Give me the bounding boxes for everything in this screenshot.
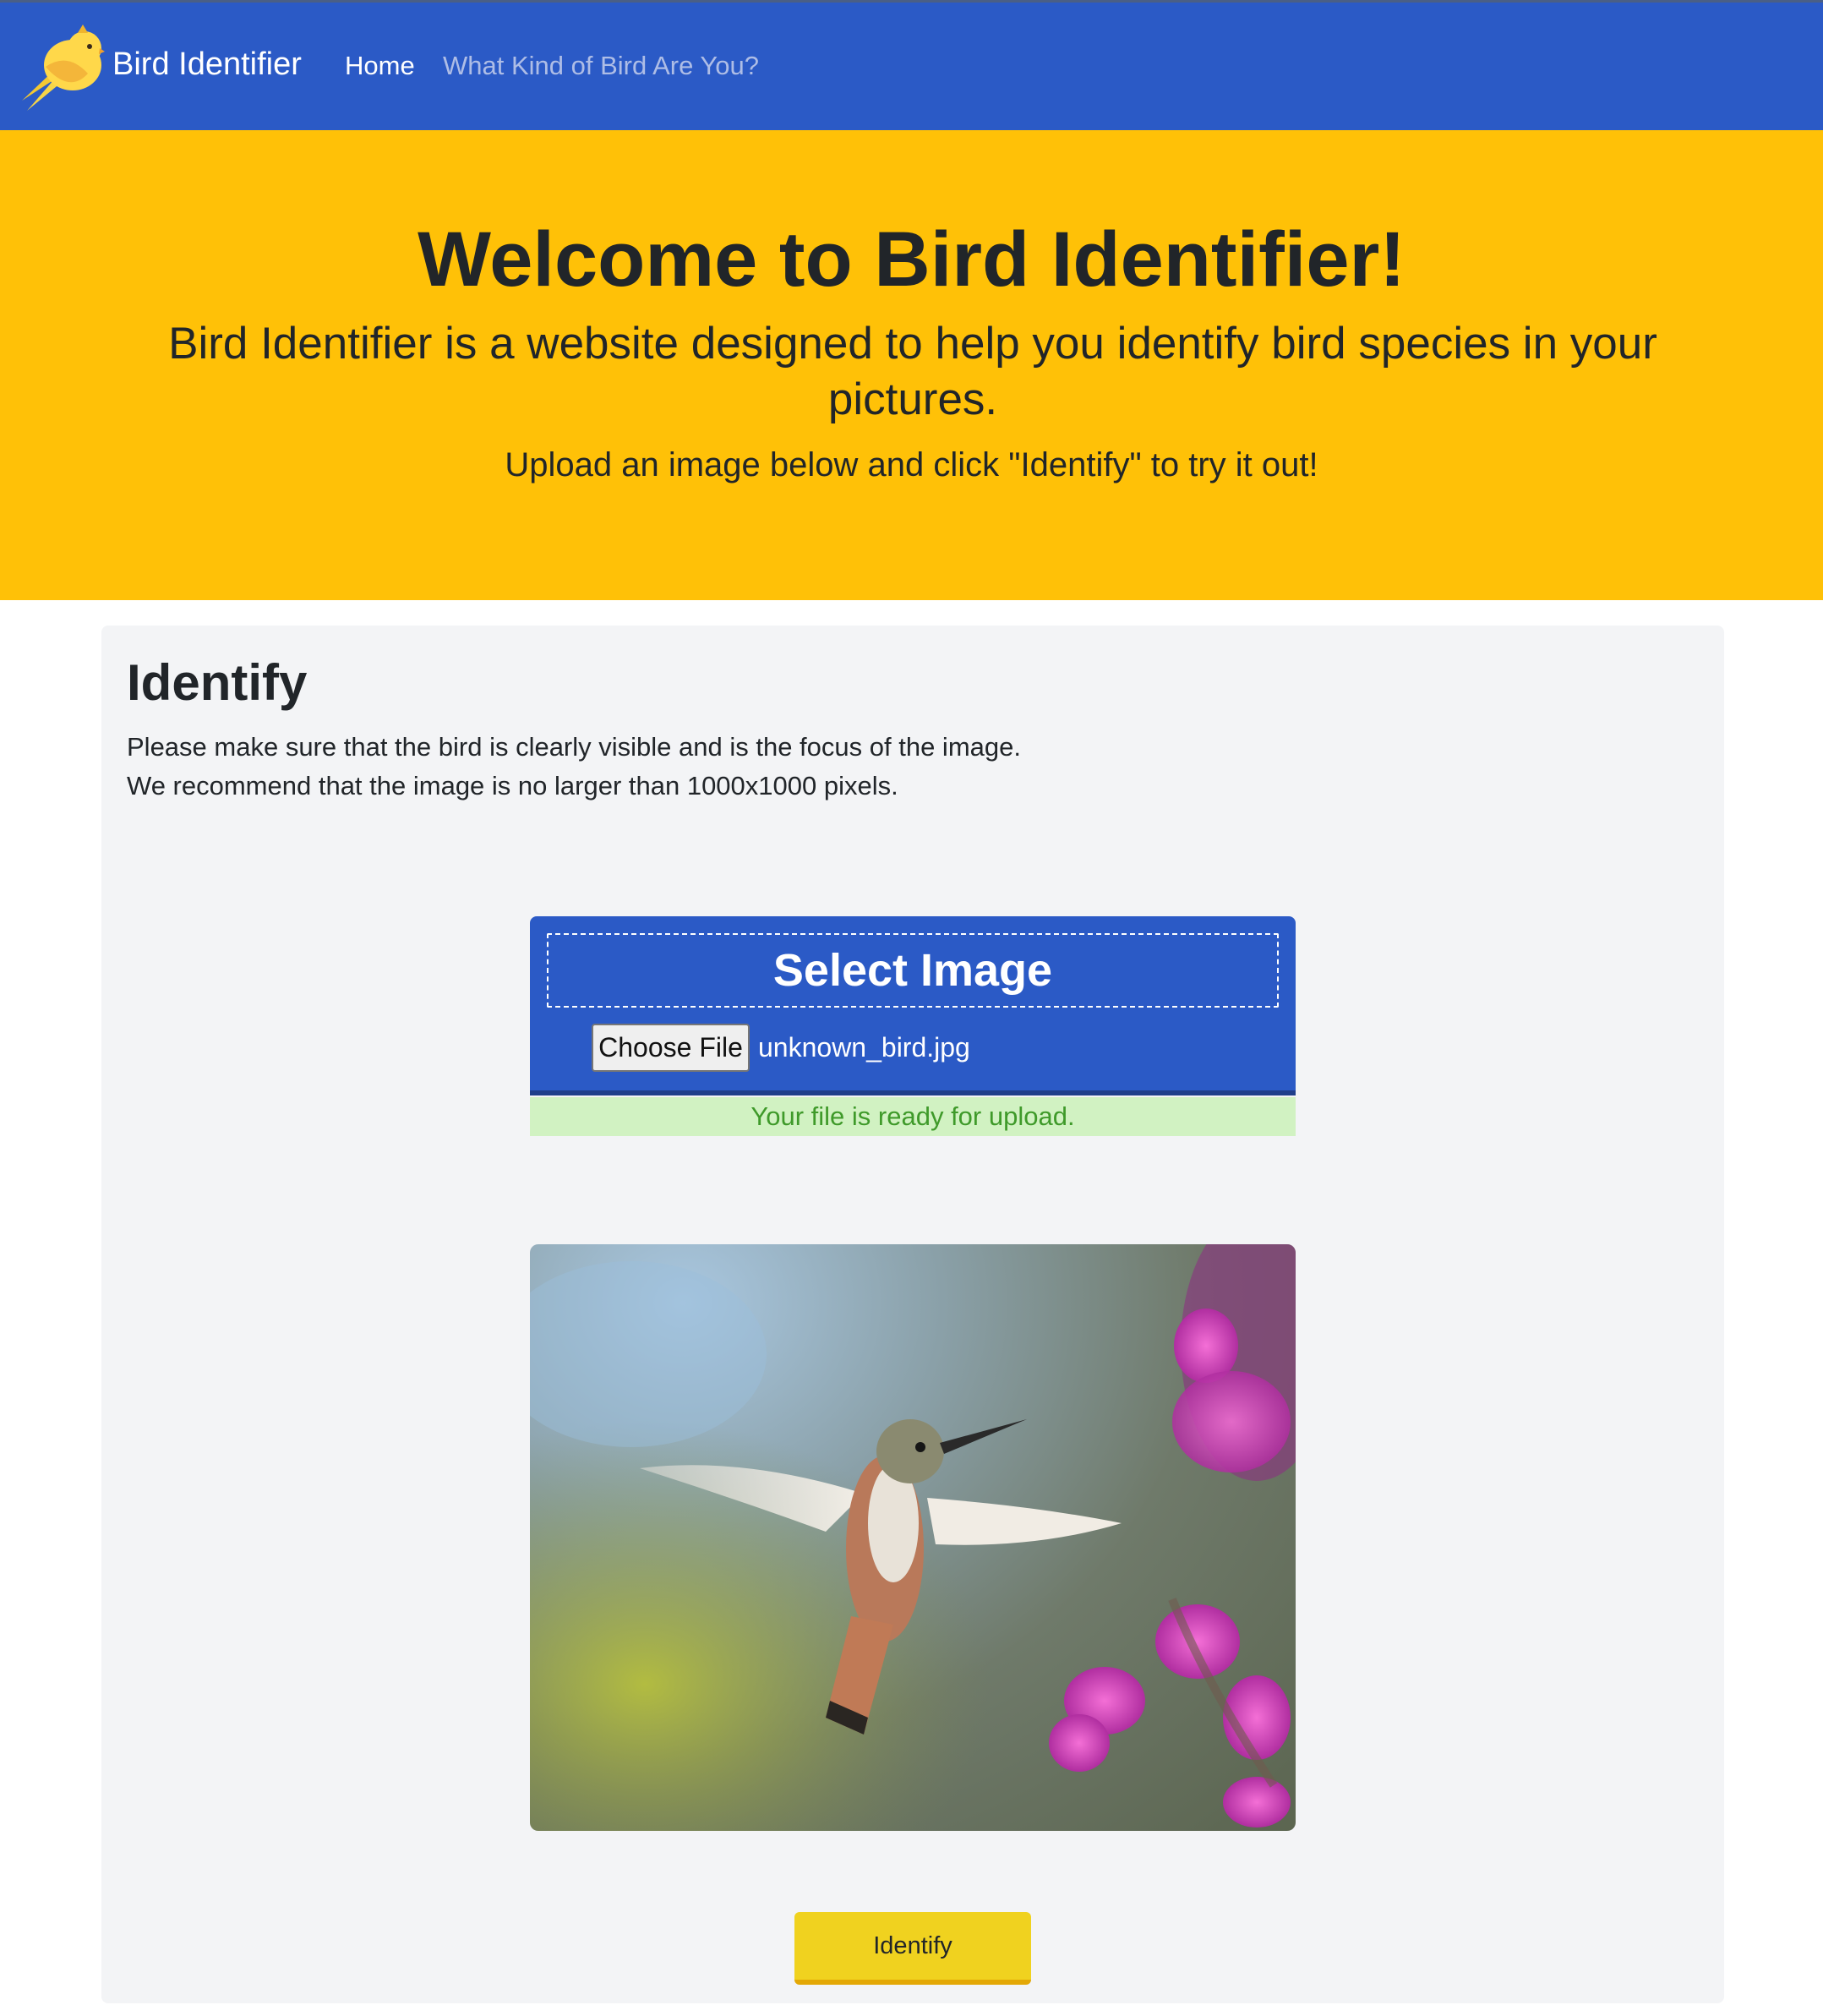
tip-size: We recommend that the image is no larger… [127,771,898,800]
hero-banner: Welcome to Bird Identifier! Bird Identif… [0,130,1823,600]
hero-subtitle: Bird Identifier is a website designed to… [168,319,1657,424]
tip-visibility: Please make sure that the bird is clearl… [127,732,1021,762]
upload-status-message: Your file is ready for upload. [530,1097,1296,1136]
select-image-label: Select Image [772,945,1053,996]
navbar: Bird Identifier Home What Kind of Bird A… [0,0,1823,130]
nav-link-what-kind-of-bird[interactable]: What Kind of Bird Are You? [443,47,759,85]
nav-link-home[interactable]: Home [345,47,415,85]
brand-name[interactable]: Bird Identifier [112,43,302,85]
upload-dropzone[interactable]: Select Image Choose File unknown_bird.jp… [530,916,1296,1095]
bird-preview-image [530,1244,1296,1831]
identify-button[interactable]: Identify [794,1912,1031,1985]
hero-title: Welcome to Bird Identifier! [418,216,1405,303]
choose-file-button[interactable]: Choose File [592,1024,750,1072]
hero-instruction: Upload an image below and click "Identif… [505,446,1318,484]
selected-file-name: unknown_bird.jpg [758,1032,970,1063]
identify-card: Identify Please make sure that the bird … [101,626,1724,2003]
select-image-area[interactable]: Select Image [547,933,1279,1008]
identify-heading: Identify [127,654,308,711]
bird-logo-icon[interactable] [20,23,105,112]
